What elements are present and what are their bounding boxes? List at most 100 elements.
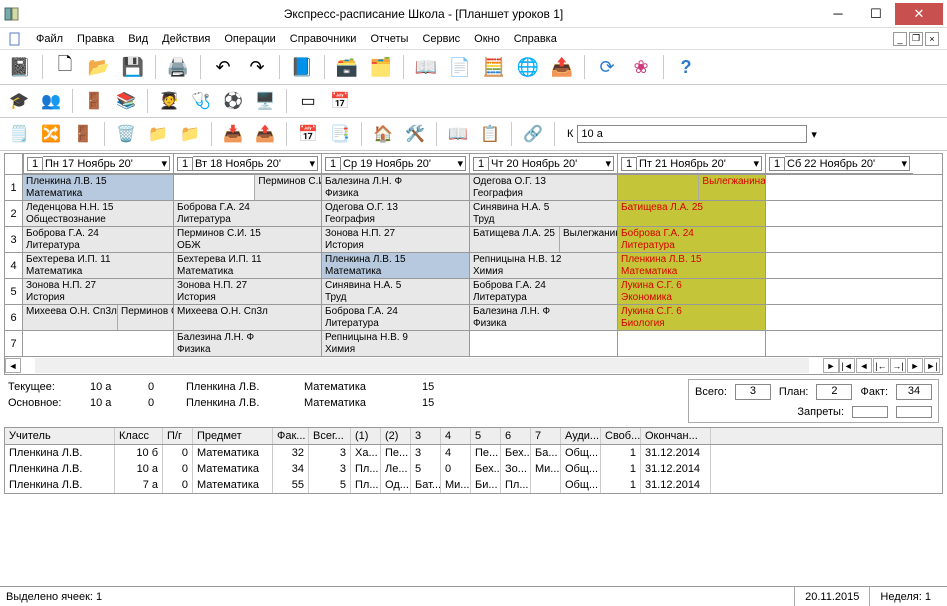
- schedule-cell[interactable]: Балезина Л.Н. ФФизика: [322, 175, 469, 200]
- day-date-picker[interactable]: Сб 22 Ноябрь 20'▾: [785, 156, 910, 171]
- day-shift-field[interactable]: 1: [177, 157, 193, 171]
- blank-icon[interactable]: ▭: [295, 88, 321, 114]
- schedule-cell[interactable]: Боброва Г.А. 24Литература: [322, 305, 469, 330]
- table-row[interactable]: Пленкина Л.В.7 а0Математика555Пл...Од...…: [5, 477, 942, 493]
- table-column-header[interactable]: 6: [501, 428, 531, 444]
- day-header[interactable]: 1 Ср 19 Ноябрь 20'▾: [321, 154, 469, 174]
- export-icon[interactable]: 📤: [548, 53, 576, 81]
- table-column-header[interactable]: (2): [381, 428, 411, 444]
- schedule-cell[interactable]: Зонова Н.П. 27История: [322, 227, 469, 252]
- schedule-cell[interactable]: [766, 305, 913, 330]
- class-combobox[interactable]: [577, 125, 807, 143]
- table-column-header[interactable]: 7: [531, 428, 561, 444]
- day-shift-field[interactable]: 1: [621, 157, 637, 171]
- book-open-icon[interactable]: 📖: [412, 53, 440, 81]
- redo-icon[interactable]: ↷: [243, 53, 271, 81]
- table-column-header[interactable]: Фак...: [273, 428, 309, 444]
- notebook-icon[interactable]: 📓: [6, 53, 34, 81]
- sport-icon[interactable]: ⚽: [220, 88, 246, 114]
- table-row[interactable]: Пленкина Л.В.10 а0Математика343Пл...Ле..…: [5, 461, 942, 477]
- doors-icon[interactable]: 🚪: [81, 88, 107, 114]
- table-column-header[interactable]: П/г: [163, 428, 193, 444]
- grid-hscroll[interactable]: ◄ ► |◄ ◄ |← →| ► ►|: [4, 357, 943, 375]
- schedule-cell[interactable]: Бехтерева И.П. 11Математика: [23, 253, 173, 278]
- day-header[interactable]: 1 Вт 18 Ноябрь 20'▾: [173, 154, 321, 174]
- menu-actions[interactable]: Действия: [162, 33, 210, 45]
- schedule-cell[interactable]: Пленкина Л.В. 15Математика: [322, 253, 469, 278]
- schedule-cell[interactable]: [618, 331, 765, 356]
- folder-a-icon[interactable]: 📁: [145, 121, 171, 147]
- table-row[interactable]: Пленкина Л.В.10 б0Математика323Ха...Пе..…: [5, 445, 942, 461]
- mdi-minimize-button[interactable]: _: [893, 32, 907, 46]
- schedule-cell[interactable]: Лукина С.Г. 6Экономика: [618, 279, 765, 304]
- menu-file[interactable]: Файл: [36, 33, 63, 45]
- delete-icon[interactable]: 🗑️: [113, 121, 139, 147]
- note-icon[interactable]: 📋: [477, 121, 503, 147]
- schedule-cell[interactable]: [23, 331, 173, 356]
- schedule-cell[interactable]: Боброва Г.А. 24Литература: [470, 279, 617, 304]
- schedule-cell[interactable]: Пленкина Л.В. 15Математика: [618, 253, 765, 278]
- table-column-header[interactable]: (1): [351, 428, 381, 444]
- table-column-header[interactable]: 5: [471, 428, 501, 444]
- graduate-icon[interactable]: 🎓: [6, 88, 32, 114]
- folder-b-icon[interactable]: 📁: [177, 121, 203, 147]
- table-column-header[interactable]: Предмет: [193, 428, 273, 444]
- schedule-cell[interactable]: Синявина Н.А. 5Труд: [322, 279, 469, 304]
- day-date-picker[interactable]: Пт 21 Ноябрь 20'▾: [637, 156, 762, 171]
- schedule-cell[interactable]: Балезина Л.Н. ФФизика: [174, 331, 321, 356]
- nav-prev2-icon[interactable]: |←: [873, 358, 889, 373]
- schedule-cell[interactable]: [174, 175, 254, 200]
- table-column-header[interactable]: Окончан...: [641, 428, 711, 444]
- refresh-icon[interactable]: ⟳: [593, 53, 621, 81]
- menu-window[interactable]: Окно: [474, 33, 500, 45]
- nav-first-icon[interactable]: |◄: [839, 358, 855, 373]
- schedule-cell[interactable]: Балезина Л.Н. ФФизика: [470, 305, 617, 330]
- schedule-cell[interactable]: [766, 201, 913, 226]
- book-icon[interactable]: 📖: [445, 121, 471, 147]
- schedule-cell[interactable]: [618, 175, 698, 200]
- maximize-button[interactable]: ☐: [857, 3, 895, 25]
- nav-last-icon[interactable]: ►|: [924, 358, 940, 373]
- calendar2-icon[interactable]: 📅: [295, 121, 321, 147]
- day-shift-field[interactable]: 1: [27, 157, 43, 171]
- schedule-cell-sub[interactable]: Вылегжанина Л.И. 23: [698, 175, 765, 200]
- schedule-cell[interactable]: Боброва Г.А. 24Литература: [23, 227, 173, 252]
- abacus-icon[interactable]: 🧮: [480, 53, 508, 81]
- print-icon[interactable]: 🖨️: [164, 53, 192, 81]
- edit-icon[interactable]: 📘: [288, 53, 316, 81]
- table-column-header[interactable]: 3: [411, 428, 441, 444]
- schedule-cell[interactable]: Репницына Н.В. 12Химия: [470, 253, 617, 278]
- day-shift-field[interactable]: 1: [473, 157, 489, 171]
- schedule-cell[interactable]: Одегова О.Г. 13География: [322, 201, 469, 226]
- menu-edit[interactable]: Правка: [77, 33, 114, 45]
- nav-next-icon[interactable]: ►: [907, 358, 923, 373]
- mdi-restore-button[interactable]: ❐: [909, 32, 923, 46]
- day-header[interactable]: 1 Сб 22 Ноябрь 20'▾: [765, 154, 913, 174]
- day-header[interactable]: 1 Пн 17 Ноябрь 20'▾: [23, 154, 173, 174]
- page-icon[interactable]: 🗒️: [6, 121, 32, 147]
- nav-prev-icon[interactable]: ◄: [856, 358, 872, 373]
- schedule-cell[interactable]: Репницына Н.В. 9Химия: [322, 331, 469, 356]
- close-button[interactable]: ✕: [895, 3, 943, 25]
- schedule-cell[interactable]: Одегова О.Г. 13География: [470, 175, 617, 200]
- teacher-icon[interactable]: 🧑‍🎓: [156, 88, 182, 114]
- schedule-cell[interactable]: [766, 253, 913, 278]
- scroll-left-icon[interactable]: ◄: [5, 358, 21, 373]
- calendar-icon[interactable]: 📅: [327, 88, 353, 114]
- table-column-header[interactable]: Учитель: [5, 428, 115, 444]
- medical-icon[interactable]: 🩺: [188, 88, 214, 114]
- schedule-cell[interactable]: Батищева Л.А. 25: [618, 201, 765, 226]
- schedule-cell[interactable]: Михеева О.Н. Сп3л: [174, 305, 321, 330]
- home-icon[interactable]: 🏠: [370, 121, 396, 147]
- schedule-cell[interactable]: [766, 227, 913, 252]
- menu-help[interactable]: Справка: [514, 33, 557, 45]
- group-icon[interactable]: 👥: [38, 88, 64, 114]
- menu-view[interactable]: Вид: [128, 33, 148, 45]
- chevron-down-icon[interactable]: ▾: [811, 128, 817, 141]
- schedule-cell[interactable]: Батищева Л.А. 25: [470, 227, 559, 252]
- copy-icon[interactable]: 📑: [327, 121, 353, 147]
- schedule-cell[interactable]: Боброва Г.А. 24Литература: [174, 201, 321, 226]
- graph-icon[interactable]: 🔗: [520, 121, 546, 147]
- schedule-cell[interactable]: Зонова Н.П. 27История: [23, 279, 173, 304]
- schedule-cell[interactable]: Лукина С.Г. 6Биология: [618, 305, 765, 330]
